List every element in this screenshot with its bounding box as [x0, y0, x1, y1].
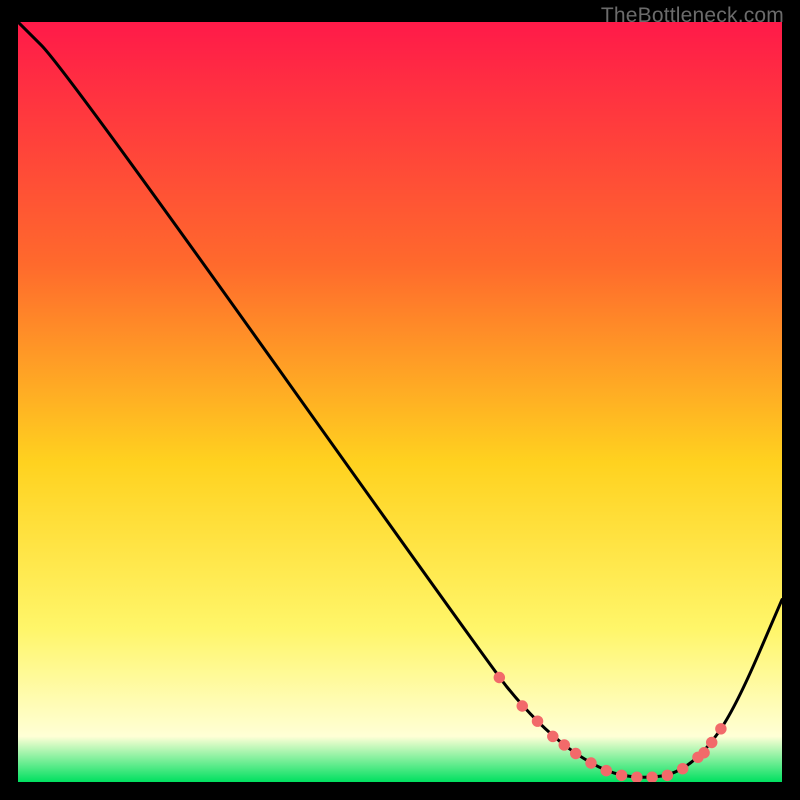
basin-marker	[532, 715, 543, 726]
basin-marker	[616, 770, 627, 781]
basin-marker	[517, 700, 528, 711]
basin-marker	[559, 739, 570, 750]
chart-stage: TheBottleneck.com	[0, 0, 800, 800]
chart-svg	[18, 22, 782, 782]
plot-area	[18, 22, 782, 782]
basin-marker	[494, 672, 505, 683]
gradient-background	[18, 22, 782, 782]
basin-marker	[585, 757, 596, 768]
basin-marker	[698, 747, 709, 758]
basin-marker	[601, 765, 612, 776]
basin-marker	[706, 737, 717, 748]
basin-marker	[662, 770, 673, 781]
basin-marker	[715, 723, 726, 734]
basin-marker	[570, 748, 581, 759]
basin-marker	[547, 731, 558, 742]
watermark-text: TheBottleneck.com	[601, 4, 784, 28]
basin-marker	[677, 763, 688, 774]
